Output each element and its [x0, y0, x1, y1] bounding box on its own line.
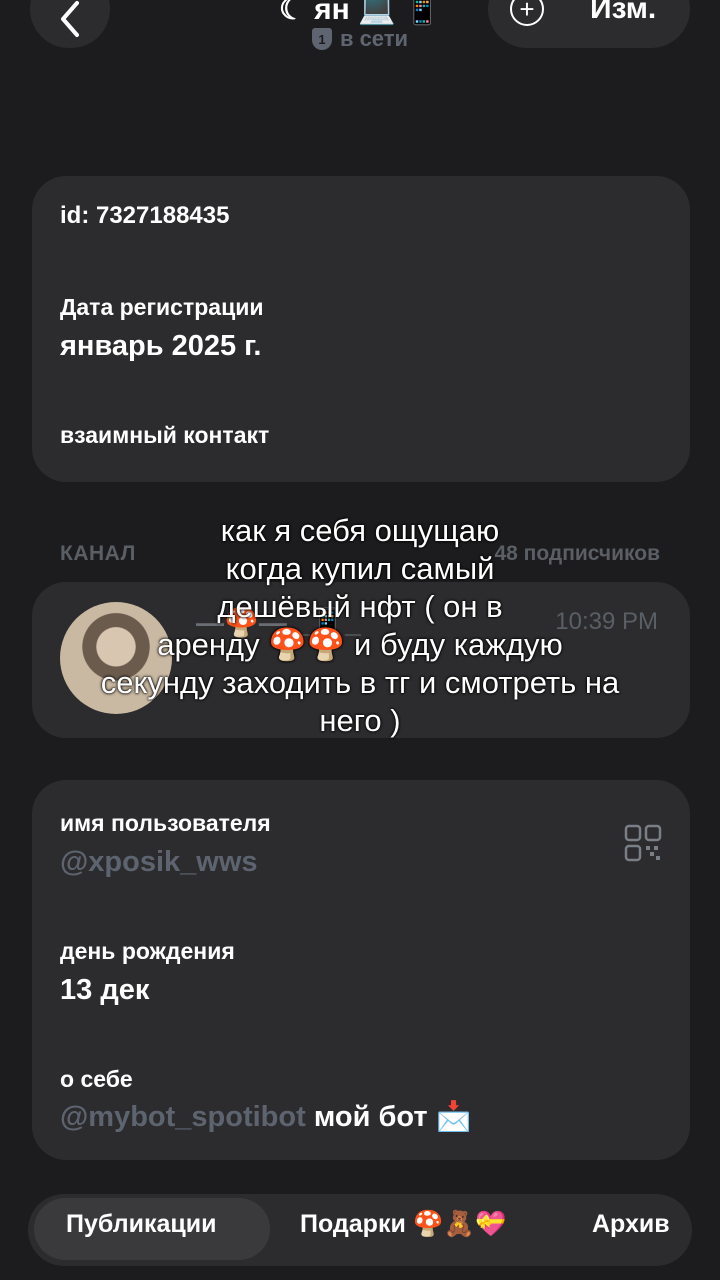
username-link[interactable]: @xposik_wws [60, 846, 258, 879]
tab-archive[interactable]: Архив [592, 1210, 670, 1239]
qr-code-icon[interactable] [624, 824, 662, 862]
tab-gifts[interactable]: Подарки 🍄🧸💝 [300, 1210, 506, 1239]
about-text: мой бот 📩 [305, 1101, 472, 1133]
bot-link[interactable]: @mybot_spotibot [60, 1101, 306, 1133]
shield-badge-icon: 1 [311, 28, 332, 50]
registration-date: январь 2025 г. [60, 330, 262, 362]
about-value: @mybot_spotibot мой бот 📩 [60, 1100, 472, 1134]
username-label: имя пользователя [60, 810, 271, 836]
tab-posts[interactable]: Публикации [66, 1210, 216, 1239]
header-actions: + Изм. [488, 0, 690, 48]
caption-line: дешёвый нфт ( он в [217, 589, 503, 624]
caption-line: аренду 🍄🍄 и буду каждую [157, 627, 563, 662]
status-text: в сети [339, 26, 409, 51]
caption-line: когда купил самый [225, 551, 495, 586]
birthday-value: 13 дек [60, 974, 150, 1006]
edit-button[interactable]: Изм. [590, 0, 656, 26]
caption-line: него ) [319, 703, 401, 738]
about-label: о себе [60, 1066, 133, 1092]
user-id: id: 7327188435 [60, 202, 230, 229]
registration-label: Дата регистрации [60, 294, 264, 320]
video-caption: как я себя ощущаю когда купил самый дешё… [20, 512, 700, 740]
caption-line: как я себя ощущаю [220, 513, 500, 548]
add-plus-icon[interactable]: + [510, 0, 544, 26]
caption-line: секунду заходить в тг и смотреть на [100, 665, 620, 700]
mutual-contact-label: взаимный контакт [60, 422, 270, 448]
birthday-label: день рождения [60, 938, 235, 964]
